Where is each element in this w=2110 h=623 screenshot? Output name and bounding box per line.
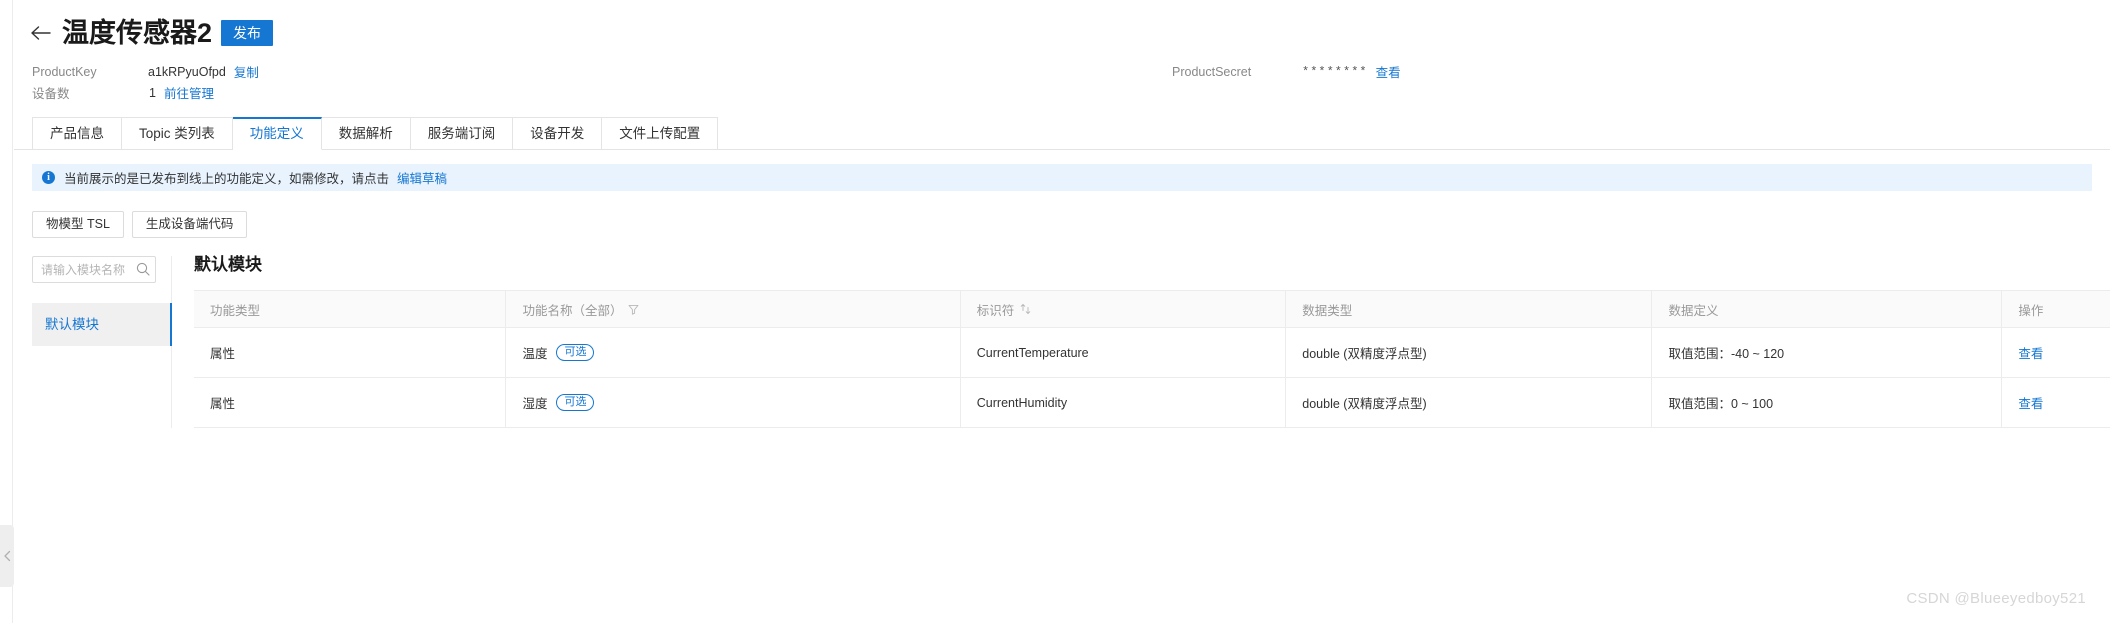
tab-underline bbox=[14, 149, 2110, 150]
table-header-row: 功能类型 功能名称（全部） 标识符 数据类型 数据定义 操作 bbox=[194, 290, 2110, 328]
tab-function-define[interactable]: 功能定义 bbox=[232, 117, 322, 150]
tab-server-subscribe[interactable]: 服务端订阅 bbox=[410, 117, 514, 150]
function-name-text: 温度 bbox=[522, 347, 548, 361]
cell-data-type: double (双精度浮点型) bbox=[1285, 327, 1653, 378]
copy-product-key-link[interactable]: 复制 bbox=[234, 62, 259, 81]
col-header-identifier: 标识符 bbox=[960, 290, 1287, 328]
cell-function-type: 属性 bbox=[194, 377, 507, 428]
product-key-value: a1kRPyuOfpd bbox=[148, 64, 226, 79]
col-header-function-name-label: 功能名称（全部） bbox=[522, 303, 623, 318]
sidebar-collapse-handle[interactable] bbox=[0, 525, 14, 587]
watermark: CSDN @Blueeyedboy521 bbox=[1906, 590, 2086, 607]
col-header-data-definition: 数据定义 bbox=[1651, 290, 2003, 328]
tab-file-upload-config[interactable]: 文件上传配置 bbox=[602, 117, 719, 150]
device-count-value: 1 bbox=[149, 85, 156, 100]
info-alert-text: 当前展示的是已发布到线上的功能定义，如需修改，请点击 bbox=[64, 172, 390, 186]
tab-bar: 产品信息 Topic 类列表 功能定义 数据解析 服务端订阅 设备开发 文件上传… bbox=[14, 117, 2110, 150]
tab-topic-list[interactable]: Topic 类列表 bbox=[122, 117, 233, 150]
col-header-data-definition-label: 数据定义 bbox=[1668, 303, 1719, 318]
module-detail-panel: 默认模块 功能类型 功能名称（全部） 标识符 数据类型 数据定义 操作 属性 温… bbox=[172, 256, 2110, 428]
view-function-link[interactable]: 查看 bbox=[2018, 347, 2043, 361]
product-key-label: ProductKey bbox=[32, 64, 97, 79]
back-arrow-icon[interactable] bbox=[28, 20, 54, 46]
edit-draft-link[interactable]: 编辑草稿 bbox=[397, 168, 447, 187]
title-row: 温度传感器2 发布 bbox=[14, 14, 2110, 52]
view-product-secret-link[interactable]: 查看 bbox=[1376, 62, 1401, 81]
col-header-identifier-label: 标识符 bbox=[976, 303, 1015, 318]
optional-badge: 可选 bbox=[556, 394, 595, 411]
col-header-operation: 操作 bbox=[2001, 290, 2110, 328]
module-sidebar: 默认模块 bbox=[32, 256, 172, 428]
cell-identifier: CurrentHumidity bbox=[960, 377, 1287, 428]
filter-icon[interactable] bbox=[628, 304, 639, 315]
optional-badge: 可选 bbox=[556, 344, 595, 361]
tab-device-dev[interactable]: 设备开发 bbox=[513, 117, 603, 150]
table-head: 功能类型 功能名称（全部） 标识符 数据类型 数据定义 操作 bbox=[194, 290, 2110, 328]
product-meta: ProductKey a1kRPyuOfpd 复制 设备数 1 前往管理 Pro… bbox=[14, 61, 2110, 107]
function-definition-table: 功能类型 功能名称（全部） 标识符 数据类型 数据定义 操作 属性 温度 可选 … bbox=[194, 290, 2110, 428]
sidebar-item-default-module[interactable]: 默认模块 bbox=[32, 303, 172, 346]
tsl-model-button[interactable]: 物模型 TSL bbox=[32, 211, 124, 238]
tabs: 产品信息 Topic 类列表 功能定义 数据解析 服务端订阅 设备开发 文件上传… bbox=[32, 117, 724, 150]
cell-function-type: 属性 bbox=[194, 327, 507, 378]
cell-operation: 查看 bbox=[2001, 327, 2110, 378]
page-container: 温度传感器2 发布 ProductKey a1kRPyuOfpd 复制 设备数 … bbox=[14, 0, 2110, 623]
go-to-device-management-link[interactable]: 前往管理 bbox=[164, 83, 214, 102]
sort-icon[interactable] bbox=[1020, 303, 1031, 315]
page-title: 温度传感器2 bbox=[62, 17, 213, 48]
device-count-row: 设备数 1 前往管理 bbox=[32, 82, 2110, 103]
cell-data-definition: 取值范围：-40 ~ 120 bbox=[1651, 327, 2003, 378]
product-secret-value: ******** bbox=[1302, 64, 1368, 79]
info-circle-icon: i bbox=[42, 171, 55, 184]
module-title: 默认模块 bbox=[194, 255, 262, 274]
tab-data-parse[interactable]: 数据解析 bbox=[321, 117, 411, 150]
table-body: 属性 温度 可选 CurrentTemperature double (双精度浮… bbox=[194, 327, 2110, 428]
generate-device-code-button[interactable]: 生成设备端代码 bbox=[131, 211, 248, 238]
page-header: 温度传感器2 发布 ProductKey a1kRPyuOfpd 复制 设备数 … bbox=[14, 0, 2110, 107]
chevron-left-icon bbox=[3, 550, 11, 562]
device-count-label: 设备数 bbox=[32, 87, 70, 101]
cell-identifier: CurrentTemperature bbox=[960, 327, 1287, 378]
col-header-operation-label: 操作 bbox=[2018, 303, 2044, 318]
cell-function-name: 湿度 可选 bbox=[505, 377, 961, 428]
module-search bbox=[32, 256, 156, 283]
col-header-function-type: 功能类型 bbox=[194, 290, 507, 328]
col-header-data-type: 数据类型 bbox=[1285, 290, 1653, 328]
module-search-input[interactable] bbox=[32, 256, 156, 283]
cell-data-definition: 取值范围：0 ~ 100 bbox=[1651, 377, 2003, 428]
cell-function-name: 温度 可选 bbox=[505, 327, 961, 378]
action-bar: 物模型 TSL 生成设备端代码 bbox=[32, 211, 2110, 238]
col-header-data-type-label: 数据类型 bbox=[1302, 303, 1353, 318]
view-function-link[interactable]: 查看 bbox=[2018, 397, 2043, 411]
publish-button[interactable]: 发布 bbox=[221, 20, 274, 46]
info-alert: i 当前展示的是已发布到线上的功能定义，如需修改，请点击 编辑草稿 bbox=[32, 164, 2092, 191]
col-header-function-type-label: 功能类型 bbox=[210, 303, 261, 318]
cell-data-type: double (双精度浮点型) bbox=[1285, 377, 1653, 428]
product-key-row: ProductKey a1kRPyuOfpd 复制 bbox=[32, 61, 2110, 82]
content-area: 默认模块 默认模块 功能类型 功能名称（全部） bbox=[14, 256, 2110, 428]
cell-operation: 查看 bbox=[2001, 377, 2110, 428]
table-row: 属性 湿度 可选 CurrentHumidity double (双精度浮点型)… bbox=[194, 377, 2110, 428]
product-secret-label: ProductSecret bbox=[1172, 64, 1252, 79]
tab-product-info[interactable]: 产品信息 bbox=[32, 117, 122, 150]
table-row: 属性 温度 可选 CurrentTemperature double (双精度浮… bbox=[194, 327, 2110, 378]
product-secret-row: ProductSecret ******** 查看 bbox=[1172, 61, 1401, 82]
col-header-function-name: 功能名称（全部） bbox=[505, 290, 961, 328]
function-name-text: 湿度 bbox=[522, 397, 548, 411]
